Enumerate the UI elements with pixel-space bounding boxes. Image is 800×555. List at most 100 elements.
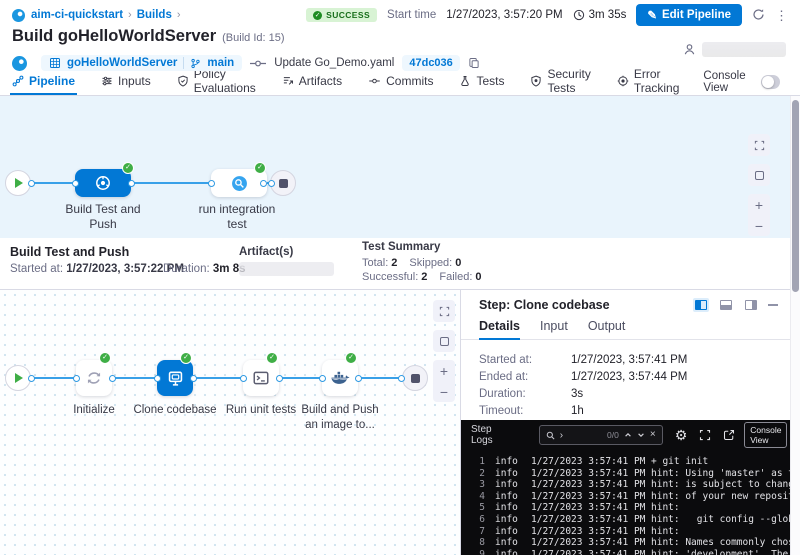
log-fullscreen-button[interactable] [699, 429, 711, 441]
artifact-value-redacted [239, 262, 334, 276]
minimize-panel-button[interactable] [768, 304, 778, 306]
started-label: Started at: [10, 263, 63, 275]
edit-pipeline-button[interactable]: ✎ Edit Pipeline [636, 4, 742, 26]
successful-pair: Successful:2 [362, 271, 427, 283]
log-line: 5info1/27/2023 3:57:41 PMhint: [471, 502, 790, 514]
line-number: 3 [471, 479, 485, 491]
breadcrumb-project[interactable]: aim-ci-quickstart [31, 9, 123, 21]
stage-label-build-test-and-push[interactable]: Build Test and Push [55, 202, 151, 232]
step-success-check-icon: ✓ [266, 352, 278, 364]
commit-message: Update Go_Demo.yaml [274, 57, 394, 69]
step-label-initialize[interactable]: Initialize [49, 403, 139, 418]
shield-check-icon [177, 75, 189, 87]
search-prompt: › [560, 430, 563, 441]
repo-branch-chip[interactable]: goHelloWorldServer main [41, 55, 242, 71]
clear-search-icon[interactable]: × [650, 430, 656, 440]
stage-canvas-controls: + − [748, 134, 770, 236]
step-canvas-controls: + − [433, 300, 455, 402]
zoom-out-button[interactable]: − [433, 381, 455, 402]
detail-value: 1/27/2023, 3:57:44 PM [571, 371, 687, 388]
elapsed-time-value: 3m 35s [589, 9, 627, 21]
clock-icon [573, 9, 585, 21]
log-timestamp: 1/27/2023 3:57:41 PM [531, 502, 637, 514]
step-label-build-and-push[interactable]: Build and Push an image to... [285, 403, 395, 433]
harness-logo-icon [12, 56, 27, 71]
connector-dot [240, 375, 247, 382]
page-scrollbar-thumb[interactable] [792, 100, 799, 292]
connector-dot [319, 375, 326, 382]
connector-dot [128, 180, 135, 187]
page-title: Build goHelloWorldServer [12, 27, 216, 46]
step-node-initialize[interactable] [76, 360, 112, 396]
breadcrumb-builds[interactable]: Builds [137, 9, 172, 21]
tab-details[interactable]: Details [479, 316, 520, 340]
run-meta: ✓ SUCCESS Start time 1/27/2023, 3:57:20 … [306, 4, 788, 26]
tab-input[interactable]: Input [540, 316, 568, 340]
zoom-in-button[interactable]: + [748, 194, 770, 215]
zoom-out-button[interactable]: − [748, 215, 770, 236]
fit-to-screen-button[interactable] [748, 164, 770, 186]
connector-dot [398, 375, 405, 382]
log-search-box[interactable]: › 0/0 × [539, 425, 663, 445]
test-summary-row: Successful:2 Failed:0 [362, 271, 482, 283]
step-label-clone-codebase[interactable]: Clone codebase [130, 403, 220, 418]
stage-label-line: Build Test and [55, 202, 151, 217]
stage-label-run-integration-test[interactable]: run integration test [189, 202, 285, 232]
chevron-down-icon[interactable] [637, 431, 645, 439]
layout-dock-bottom-button[interactable] [718, 298, 734, 312]
step-node-clone-codebase[interactable] [157, 360, 193, 396]
stage-graph-canvas[interactable]: ✓ ✓ Build Test and Push run integration … [0, 96, 800, 238]
layout-dock-right-button[interactable] [743, 298, 759, 312]
log-message: hint: is subject to change. To configur [651, 479, 790, 491]
flask-icon [459, 75, 471, 87]
step-node-build-and-push-image[interactable] [322, 360, 358, 396]
target-icon [617, 75, 629, 87]
tab-label: Commits [386, 74, 433, 88]
stage-details-strip: Build Test and Push Started at: 1/27/202… [0, 238, 800, 290]
layout-split-right-button[interactable] [693, 298, 709, 312]
log-settings-button[interactable]: ⚙ [675, 428, 688, 442]
sliders-icon [101, 75, 113, 87]
build-execution-page: aim-ci-quickstart › Builds › ✓ SUCCESS S… [0, 0, 800, 555]
console-view-button[interactable]: Console View [744, 422, 787, 448]
fit-to-screen-button[interactable] [433, 330, 455, 352]
stage-end-node [402, 365, 428, 391]
chevron-up-icon[interactable] [624, 431, 632, 439]
stage-node-build-test-and-push[interactable] [75, 169, 131, 197]
log-level: info [495, 537, 521, 549]
detail-value: 1/27/2023, 3:57:41 PM [571, 354, 687, 371]
fullscreen-button[interactable] [433, 300, 455, 322]
more-options-button[interactable]: ⋮ [775, 9, 788, 22]
commit-icon [250, 59, 266, 68]
step-graph-canvas[interactable]: ✓ ✓ ✓ ✓ Initialize [0, 290, 460, 555]
tab-output[interactable]: Output [588, 316, 626, 340]
log-message: hint: git config --global init.defaul [651, 514, 790, 526]
log-line: 8info1/27/2023 3:57:41 PMhint: Names com… [471, 537, 790, 549]
repo-name[interactable]: goHelloWorldServer [67, 57, 177, 69]
fullscreen-button[interactable] [748, 134, 770, 156]
commit-sha-chip[interactable]: 47dc036 [402, 55, 459, 71]
open-in-new-tab-button[interactable] [723, 429, 735, 441]
log-message: hint: [651, 526, 790, 538]
icon-fill [696, 301, 701, 309]
console-view-toggle[interactable] [761, 75, 779, 89]
log-search-input[interactable] [568, 430, 602, 441]
connector-dot [355, 375, 362, 382]
log-line: 3info1/27/2023 3:57:41 PMhint: is subjec… [471, 479, 790, 491]
log-lines: 1info1/27/2023 3:57:41 PM+ git init 2inf… [461, 450, 790, 555]
log-level: info [495, 549, 521, 555]
failed-pair: Failed:0 [439, 271, 481, 283]
copy-icon[interactable] [468, 57, 480, 69]
stage-details-name: Build Test and Push [10, 245, 129, 259]
refresh-button[interactable] [752, 8, 765, 23]
zoom-controls: + − [433, 360, 455, 402]
branch-name[interactable]: main [207, 57, 234, 69]
connector-dot [208, 180, 215, 187]
step-label-line: an image to... [285, 418, 395, 433]
log-timestamp: 1/27/2023 3:57:41 PM [531, 514, 637, 526]
icon-fill [721, 305, 731, 309]
step-logs-console: Step Logs › 0/0 × ⚙ [461, 420, 790, 555]
step-node-run-unit-tests[interactable] [243, 360, 279, 396]
zoom-in-button[interactable]: + [433, 360, 455, 381]
zoom-controls: + − [748, 194, 770, 236]
